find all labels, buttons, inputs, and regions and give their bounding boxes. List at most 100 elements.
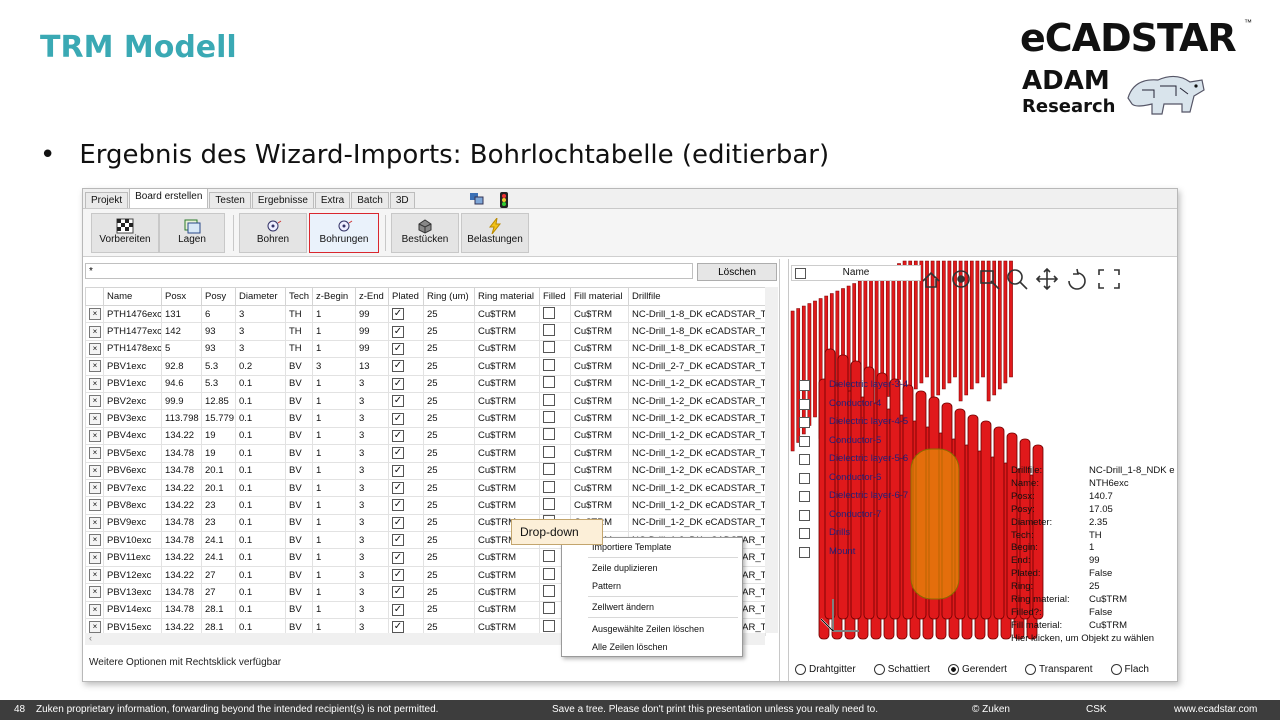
diameter-cell[interactable]: 0.1 [235,565,286,585]
drillfile-cell[interactable]: NC-Drill_1-8_DK eCADSTAR_T [628,322,766,341]
filled-checkbox[interactable] [543,428,555,441]
filled-checkbox[interactable] [543,445,555,458]
tech-cell[interactable]: BV [285,531,313,550]
tech-cell[interactable]: BV [285,461,313,480]
render-mode-option[interactable]: Transparent [1024,664,1093,676]
diameter-cell[interactable]: 0.1 [235,548,286,567]
posx-cell[interactable]: 134.78 [161,583,202,602]
row-delete-cell[interactable]: × [85,548,104,567]
column-header[interactable]: Posy [201,287,236,306]
ring-material-cell[interactable]: Cu$TRM [474,304,540,324]
layer-checkbox[interactable] [799,546,810,558]
filled-checkbox[interactable] [543,341,555,354]
tech-cell[interactable]: BV [285,357,313,376]
posx-cell[interactable]: 134.22 [161,426,202,446]
assemble-button[interactable]: Bestücken [391,213,459,253]
layers-button[interactable]: Lagen [159,213,225,253]
posy-cell[interactable]: 15.779 [201,409,236,428]
diameter-cell[interactable]: 0.1 [235,444,286,463]
delete-row-icon[interactable]: × [89,342,101,355]
filled-checkbox[interactable] [543,619,555,632]
diameter-cell[interactable]: 0.1 [235,583,286,602]
tech-cell[interactable]: BV [285,391,313,411]
column-header[interactable]: z-End [355,287,389,306]
filled-cell[interactable] [539,304,571,324]
z-begin-cell[interactable]: 1 [312,444,356,463]
filled-checkbox[interactable] [543,393,555,406]
layer-item[interactable]: Conductor-7 [829,509,881,520]
delete-row-icon[interactable]: × [89,551,101,564]
tab-board-erstellen[interactable]: Board erstellen [129,189,209,208]
diameter-cell[interactable]: 0.1 [235,513,286,533]
row-delete-cell[interactable]: × [85,461,104,480]
drillfile-cell[interactable]: NC-Drill_1-2_DK eCADSTAR_T [628,461,766,480]
tech-cell[interactable]: BV [285,513,313,533]
plated-checkbox[interactable]: ✓ [392,586,404,599]
menu-item-pattern[interactable]: Pattern [592,581,621,591]
plated-cell[interactable]: ✓ [388,600,424,620]
drillfile-cell[interactable]: NC-Drill_1-8_DK eCADSTAR_T [628,304,766,324]
table-row[interactable]: × PBV8exc 134.22 23 0.1 BV 1 3 ✓ 25 Cu$TRM Cu$TRM NC… [85,496,766,515]
layer-checkbox[interactable] [799,509,810,521]
filled-cell[interactable] [539,409,571,428]
ring-material-cell[interactable]: Cu$TRM [474,583,540,602]
radio-button[interactable] [795,664,806,676]
ring-material-cell[interactable]: Cu$TRM [474,478,540,498]
z-begin-cell[interactable]: 1 [312,600,356,620]
posx-cell[interactable]: 113.798 [161,409,202,428]
row-delete-cell[interactable]: × [85,513,104,533]
plated-cell[interactable]: ✓ [388,461,424,480]
layer-checkbox[interactable] [799,435,810,447]
z-end-cell[interactable]: 3 [355,513,389,533]
tech-cell[interactable]: BV [285,374,313,393]
ring-material-cell[interactable]: Cu$TRM [474,548,540,567]
diameter-cell[interactable]: 0.1 [235,374,286,393]
table-row[interactable]: × PBV7exc 134.22 20.1 0.1 BV 1 3 ✓ 25 Cu$TRM Cu$TRM… [85,478,766,498]
filled-cell[interactable] [539,426,571,446]
z-begin-cell[interactable]: 1 [312,583,356,602]
layer-checkbox[interactable] [799,472,810,484]
layer-item[interactable]: Drills [829,527,850,538]
name-cell[interactable]: PBV5exc [103,444,162,463]
name-cell[interactable]: PTH1478exc [103,339,162,359]
posy-cell[interactable]: 23 [201,496,236,515]
posx-cell[interactable]: 99.9 [161,391,202,411]
filled-cell[interactable] [539,444,571,463]
z-begin-cell[interactable]: 3 [312,357,356,376]
name-cell[interactable]: PBV9exc [103,513,162,533]
ring-material-cell[interactable]: Cu$TRM [474,322,540,341]
tech-cell[interactable]: TH [285,304,313,324]
home-icon[interactable] [922,271,940,288]
row-delete-cell[interactable]: × [85,426,104,446]
filled-checkbox[interactable] [543,567,555,580]
posx-cell[interactable]: 134.22 [161,478,202,498]
ring-material-cell[interactable]: Cu$TRM [474,565,540,585]
z-end-cell[interactable]: 99 [355,339,389,359]
posy-cell[interactable]: 24.1 [201,548,236,567]
z-begin-cell[interactable]: 1 [312,496,356,515]
posy-cell[interactable]: 24.1 [201,531,236,550]
plated-checkbox[interactable]: ✓ [392,569,404,582]
row-delete-cell[interactable]: × [85,339,104,359]
fill-material-cell[interactable]: Cu$TRM [570,304,629,324]
fill-material-cell[interactable]: Cu$TRM [570,339,629,359]
row-delete-cell[interactable]: × [85,322,104,341]
table-row[interactable]: × PBV5exc 134.78 19 0.1 BV 1 3 ✓ 25 Cu$TRM Cu$TRM NC… [85,444,766,463]
row-delete-cell[interactable]: × [85,565,104,585]
column-header[interactable]: Drillfile [628,287,766,306]
ring-cell[interactable]: 25 [423,478,475,498]
plated-cell[interactable]: ✓ [388,304,424,324]
z-begin-cell[interactable]: 1 [312,478,356,498]
filled-cell[interactable] [539,496,571,515]
posx-cell[interactable]: 134.78 [161,444,202,463]
name-cell[interactable]: PTH1477exc [103,322,162,341]
posy-cell[interactable]: 93 [201,322,236,341]
column-header[interactable]: Plated [388,287,424,306]
table-row[interactable]: × PTH1477exc 142 93 3 TH 1 99 ✓ 25 Cu$TRM Cu$TRM NC-… [85,322,766,341]
row-delete-cell[interactable]: × [85,409,104,428]
filled-cell[interactable] [539,461,571,480]
layer-item[interactable]: Conductor-4 [829,398,881,409]
layer-item[interactable]: Dielectric layer-3-4 [829,379,908,390]
diameter-cell[interactable]: 0.1 [235,461,286,480]
tech-cell[interactable]: TH [285,339,313,359]
